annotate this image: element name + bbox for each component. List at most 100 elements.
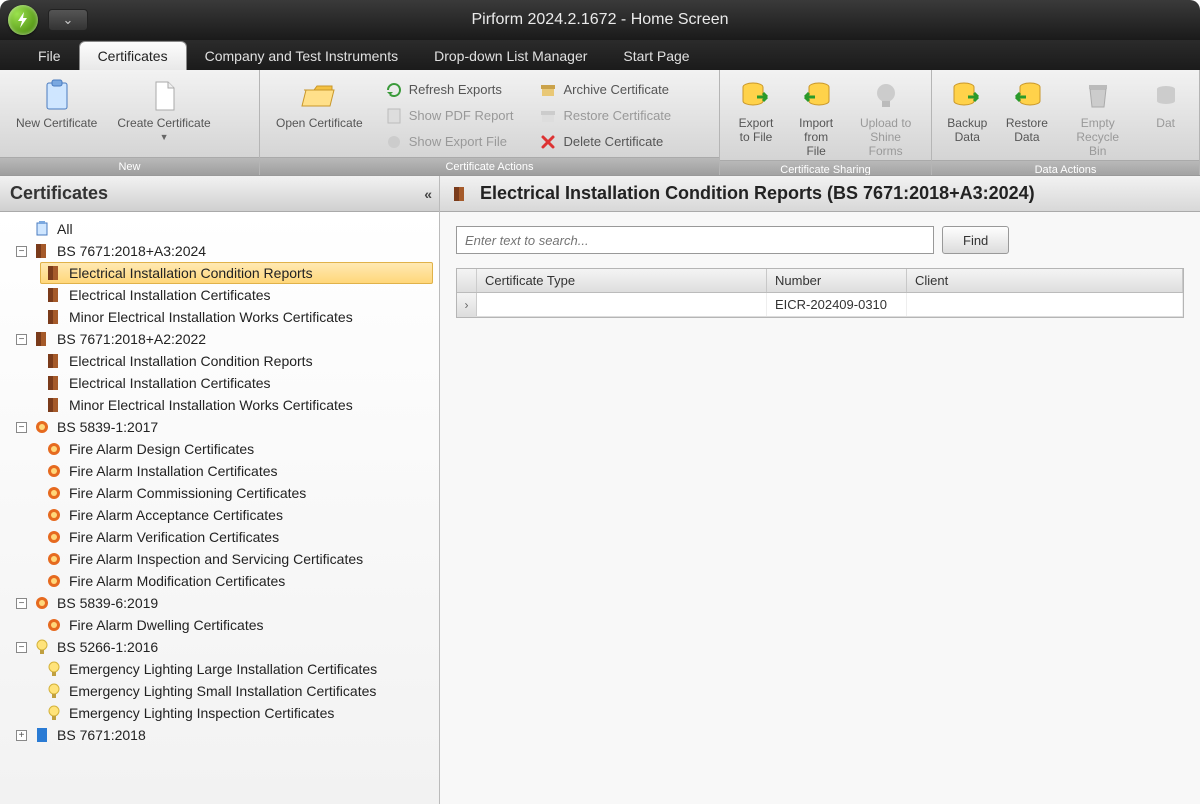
tab-start-page[interactable]: Start Page [605,42,707,70]
restore-certificate-button[interactable]: Restore Certificate [533,103,677,129]
tree-item[interactable]: Minor Electrical Installation Works Cert… [45,394,433,416]
tree-label: Emergency Lighting Inspection Certificat… [69,705,334,721]
tree-item[interactable]: Fire Alarm Verification Certificates [45,526,433,548]
tree-item[interactable]: Emergency Lighting Large Installation Ce… [45,658,433,680]
tree-group[interactable]: −BS 7671:2018+A3:2024 [16,240,433,262]
lightning-icon [15,12,31,28]
tree-label: BS 7671:2018+A2:2022 [57,331,206,347]
restore-data-button[interactable]: Restore Data [997,74,1058,160]
tree-item[interactable]: Electrical Installation Condition Report… [45,350,433,372]
label: Empty Recycle Bin [1067,116,1128,158]
import-from-file-button[interactable]: Import from File [786,74,846,160]
create-certificate-button[interactable]: Create Certificate ▼ [107,74,220,157]
book-icon [45,286,63,304]
grid-row[interactable]: › EICR-202409-0310 [457,293,1183,317]
tab-file[interactable]: File [20,42,79,70]
search-input[interactable] [456,226,934,254]
collapse-icon[interactable]: − [16,642,27,653]
expand-icon[interactable]: + [16,730,27,741]
tree-label: Electrical Installation Certificates [69,375,271,391]
export-to-file-button[interactable]: Export to File [726,74,786,160]
cell-number: EICR-202409-0310 [767,293,907,316]
ribbon-group-label-data: Data Actions [932,160,1199,176]
tree-item-all[interactable]: All [16,218,433,240]
database-import-icon [798,78,834,114]
export-file-icon [385,133,403,151]
bulb-icon [45,704,63,722]
book-icon [45,308,63,326]
tab-certificates[interactable]: Certificates [79,41,187,70]
new-certificate-button[interactable]: New Certificate [6,74,107,157]
collapse-icon[interactable]: − [16,246,27,257]
sidebar-collapse-button[interactable]: « [424,186,429,202]
tree-group[interactable]: −BS 5839-6:2019 [16,592,433,614]
open-certificate-button[interactable]: Open Certificate [266,74,373,157]
ribbon-group-label-new: New [0,157,259,175]
column-header-type[interactable]: Certificate Type [477,269,767,292]
tree-label: Fire Alarm Verification Certificates [69,529,279,545]
refresh-icon [385,81,403,99]
column-header-number[interactable]: Number [767,269,907,292]
grid-header: Certificate Type Number Client [457,269,1183,293]
tree-item[interactable]: Fire Alarm Commissioning Certificates [45,482,433,504]
fire-icon [45,484,63,502]
show-export-file-button[interactable]: Show Export File [379,129,520,155]
tree-item[interactable]: Fire Alarm Installation Certificates [45,460,433,482]
collapse-icon[interactable]: − [16,334,27,345]
folder-open-icon [301,78,337,114]
backup-data-button[interactable]: Backup Data [938,74,997,160]
archive-icon [539,81,557,99]
find-button[interactable]: Find [942,226,1009,254]
tree-item[interactable]: Emergency Lighting Inspection Certificat… [45,702,433,724]
tree-label: All [57,221,73,237]
delete-certificate-button[interactable]: Delete Certificate [533,129,677,155]
app-menu-button[interactable] [8,5,38,35]
tree-item[interactable]: Fire Alarm Design Certificates [45,438,433,460]
refresh-exports-button[interactable]: Refresh Exports [379,77,520,103]
ribbon-group-label-sharing: Certificate Sharing [720,160,931,176]
show-pdf-report-button[interactable]: Show PDF Report [379,103,520,129]
tree-item[interactable]: Fire Alarm Dwelling Certificates [45,614,433,636]
data-truncated-button[interactable]: Dat [1138,74,1193,160]
tab-company[interactable]: Company and Test Instruments [187,42,417,70]
quick-access-dropdown[interactable]: ⌄ [48,9,88,31]
column-header-client[interactable]: Client [907,269,1183,292]
label: Delete Certificate [563,134,663,149]
certificate-tree[interactable]: All −BS 7671:2018+A3:2024Electrical Inst… [0,212,439,804]
tree-label: BS 5266-1:2016 [57,639,158,655]
upload-shine-forms-button[interactable]: Upload to Shine Forms [846,74,925,160]
tree-item[interactable]: Minor Electrical Installation Works Cert… [45,306,433,328]
database-export-icon [738,78,774,114]
collapse-icon[interactable]: − [16,422,27,433]
fire-icon [33,418,51,436]
certificate-grid[interactable]: Certificate Type Number Client › EICR-20… [456,268,1184,318]
book-icon [45,264,63,282]
tree-group[interactable]: − BS 7671:2018+A2:2022 [16,328,433,350]
tree-item[interactable]: Fire Alarm Inspection and Servicing Cert… [45,548,433,570]
label: Restore Data [1006,116,1048,144]
label: Archive Certificate [563,82,668,97]
chevron-down-icon: ▼ [160,132,169,142]
tree-item[interactable]: Electrical Installation Condition Report… [40,262,433,284]
tree-group[interactable]: − BS 5266-1:2016 [16,636,433,658]
empty-recycle-bin-button[interactable]: Empty Recycle Bin [1057,74,1138,160]
tree-item[interactable]: Fire Alarm Acceptance Certificates [45,504,433,526]
label: New Certificate [16,116,97,130]
label: Open Certificate [276,116,363,130]
expander-placeholder [16,224,27,235]
content-header: Electrical Installation Condition Report… [440,176,1200,212]
tree-item[interactable]: Fire Alarm Modification Certificates [45,570,433,592]
tree-item[interactable]: Electrical Installation Certificates [45,372,433,394]
tree-group[interactable]: −BS 5839-1:2017 [16,416,433,438]
archive-certificate-button[interactable]: Archive Certificate [533,77,677,103]
recycle-bin-icon [1080,78,1116,114]
label: Backup Data [947,116,987,144]
tab-dropdown-manager[interactable]: Drop-down List Manager [416,42,605,70]
collapse-icon[interactable]: − [16,598,27,609]
tree-item[interactable]: Electrical Installation Certificates [45,284,433,306]
label: Import from File [796,116,836,158]
tree-item[interactable]: Emergency Lighting Small Installation Ce… [45,680,433,702]
restore-icon [539,107,557,125]
clipboard-icon [33,220,51,238]
tree-group[interactable]: +BS 7671:2018 [16,724,433,746]
